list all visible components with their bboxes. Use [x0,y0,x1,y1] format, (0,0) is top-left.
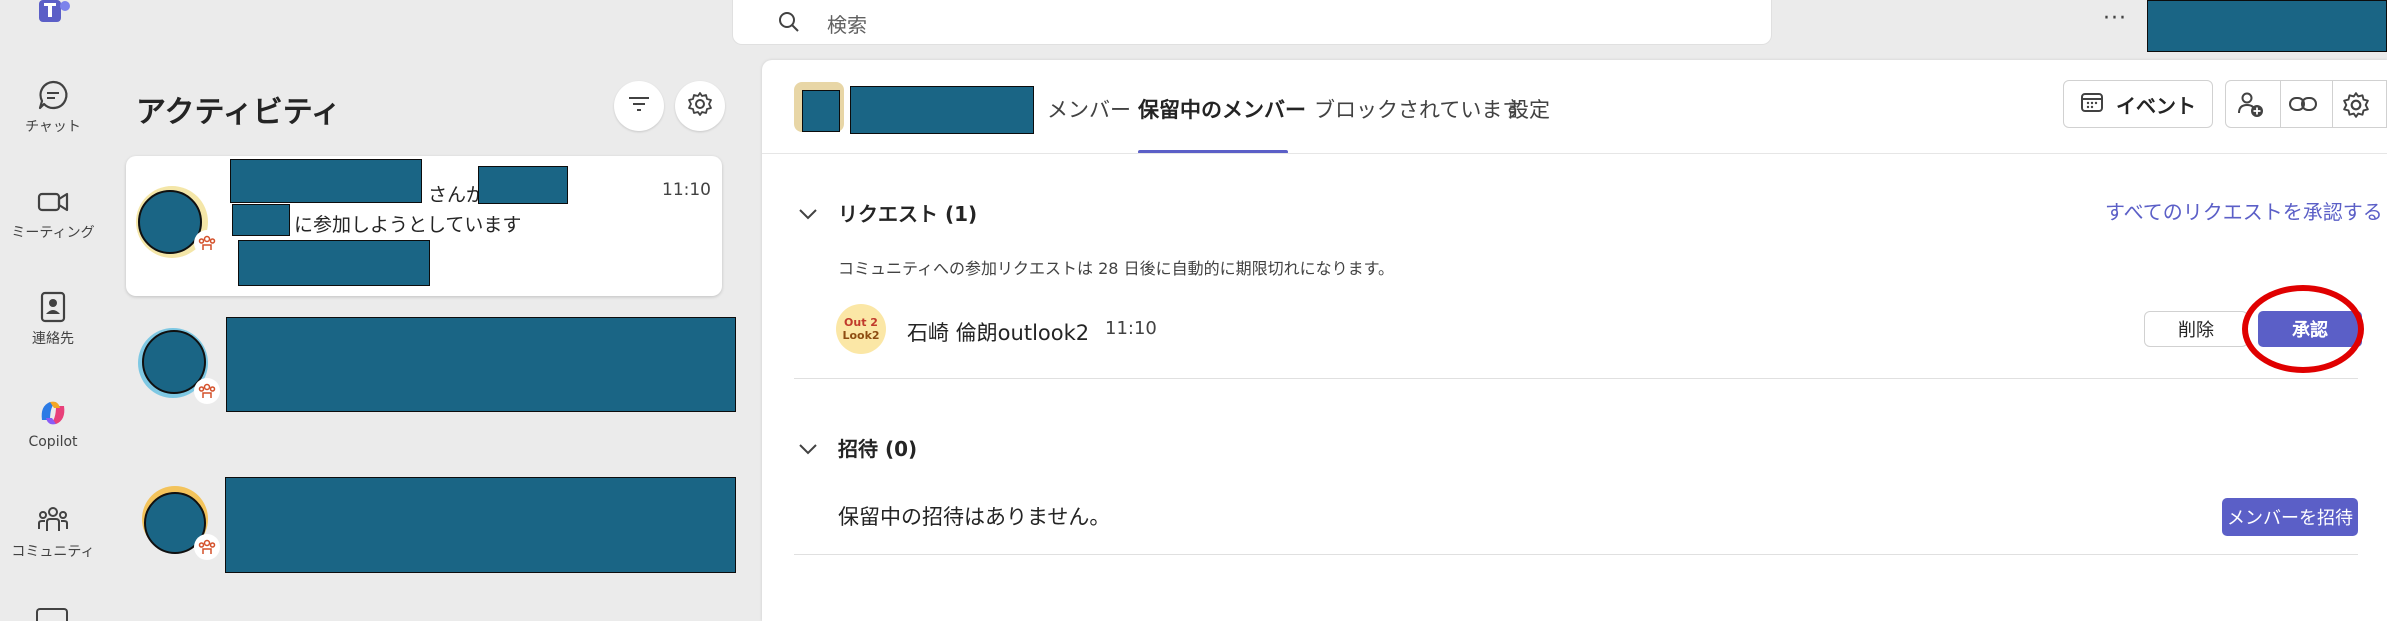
more-options-button[interactable]: ··· [2103,6,2127,31]
header-divider [762,153,2387,154]
activity-settings-button[interactable] [675,81,725,131]
community-panel: メンバー 保留中のメンバー ブロックされています 設定 イベント リクエスト (… [762,60,2387,621]
gear-icon[interactable] [2342,91,2370,123]
rail-item-copilot[interactable]: Copilot [0,396,106,450]
avatar [138,190,202,254]
rail-item-meetings[interactable]: ミーティング [0,186,106,242]
header-actions [2225,80,2387,128]
section-divider [794,554,2358,555]
divider [2332,81,2333,127]
highlight-circle [2242,285,2364,373]
community-badge-icon [194,230,220,256]
request-time: 11:10 [1105,318,1157,339]
event-button-label: イベント [2116,93,2196,118]
section-divider [794,378,2358,379]
profile-redacted[interactable] [2147,0,2387,52]
redacted-community [478,166,568,204]
redacted-activity-content [226,317,736,412]
community-icon [0,503,106,537]
redacted-user [232,204,290,236]
rail-item-contacts[interactable]: 連絡先 [0,290,106,348]
request-avatar-text-1: Out 2 [844,316,878,329]
copilot-icon [0,396,106,430]
rail-item-chat[interactable]: チャット [0,78,106,136]
chat-icon [0,78,106,112]
tab-members[interactable]: メンバー [1047,94,1131,124]
activity-text-1: さんが [428,184,486,206]
tab-pending-members[interactable]: 保留中のメンバー [1138,94,1306,124]
search-placeholder: 検索 [827,13,867,37]
community-badge-icon [194,534,220,560]
rail-label-copilot: Copilot [28,434,78,450]
rail-label-contacts: 連絡先 [32,331,74,347]
invites-header: 招待 (0) [838,437,918,461]
activity-item[interactable]: さんが 11:10 に参加しようとしています [126,156,722,296]
app-rail: チャット ミーティング 連絡先 Copilot コミュニティ [0,0,106,621]
community-badge-icon [194,378,220,404]
search-box[interactable]: 検索 [732,0,1772,45]
activity-item[interactable] [126,310,736,435]
activity-title: アクティビティ [136,95,341,130]
add-member-icon[interactable] [2236,91,2266,123]
redacted-community-avatar [802,90,840,132]
redacted-activity-content [225,477,736,573]
activity-time: 11:10 [662,180,711,200]
rail-label-chat: チャット [25,119,81,135]
chevron-down-icon[interactable] [798,441,818,460]
redacted-user [230,159,422,203]
invites-empty-text: 保留中の招待はありません。 [838,505,1111,529]
requests-header: リクエスト (1) [838,202,978,226]
rail-label-meetings: ミーティング [11,225,95,241]
rail-more-app-icon[interactable] [36,608,68,621]
divider [2280,81,2281,127]
redacted-community-name [850,86,1034,134]
activity-item[interactable] [126,470,736,595]
video-icon [0,186,106,218]
tab-settings[interactable]: 設定 [1508,94,1550,124]
event-button[interactable]: イベント [2063,80,2213,128]
teams-logo-icon[interactable] [37,0,71,30]
activity-text-2: に参加しようとしています [294,214,522,236]
calendar-icon [2080,91,2104,117]
request-avatar-text-2: Look2 [842,329,880,342]
tab-blocked[interactable]: ブロックされています [1314,94,1523,124]
filter-button[interactable] [614,81,664,131]
invite-members-button[interactable]: メンバーを招待 [2222,498,2358,536]
contacts-icon [0,290,106,324]
request-avatar: Out 2 Look2 [836,304,886,354]
rail-label-community: コミュニティ [11,544,95,560]
link-icon[interactable] [2288,93,2318,119]
gear-icon [687,91,713,121]
rail-item-community[interactable]: コミュニティ [0,503,106,561]
redacted-preview [238,240,430,286]
approve-all-link[interactable]: すべてのリクエストを承認する [2105,196,2383,225]
filter-icon [627,94,651,118]
chevron-down-icon[interactable] [798,206,818,225]
search-icon [777,10,801,38]
request-name: 石崎 倫朗outlook2 [907,321,1090,345]
delete-button[interactable]: 削除 [2144,311,2248,347]
requests-note: コミュニティへの参加リクエストは 28 日後に自動的に期限切れになります。 [838,259,1394,278]
